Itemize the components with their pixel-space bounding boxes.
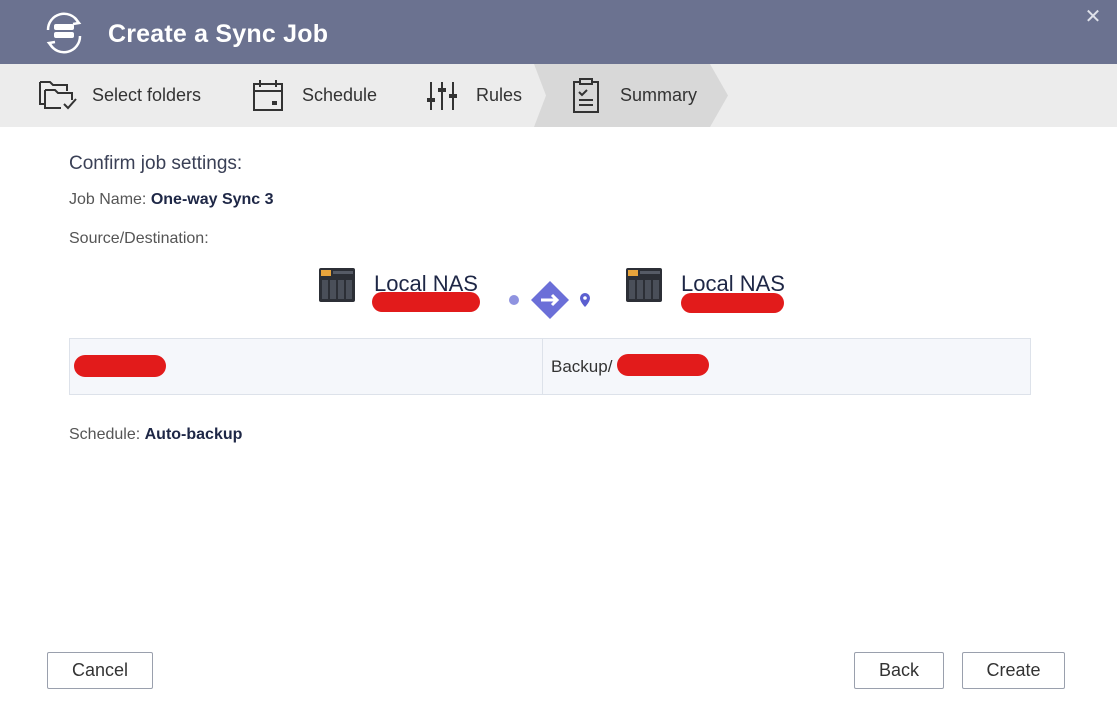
step-select-folders[interactable]: Select folders [38, 64, 201, 127]
create-button[interactable]: Create [962, 652, 1065, 689]
wizard-steps: Select folders Schedule Rules Summary [0, 64, 1117, 127]
destination-folder-path: Backup/ [543, 339, 1030, 394]
source-folder-path [70, 339, 543, 394]
destination-path-prefix: Backup/ [551, 356, 613, 376]
back-button[interactable]: Back [854, 652, 944, 689]
step-label: Summary [620, 85, 698, 105]
calendar-icon [248, 78, 288, 114]
redacted-source-path [74, 355, 166, 377]
redacted-destination-address [681, 293, 784, 313]
step-label: Schedule [302, 85, 378, 105]
schedule-row: Schedule: Auto-backup [69, 426, 242, 444]
job-name-label: Job Name: [69, 191, 147, 208]
job-name-value: One-way Sync 3 [150, 191, 274, 208]
cancel-button[interactable]: Cancel [47, 652, 153, 689]
nas-device-icon [626, 268, 662, 302]
summary-panel: Confirm job settings: Job Name: One-way … [0, 127, 1117, 710]
step-rules[interactable]: Rules [422, 64, 522, 127]
summary-heading: Confirm job settings: [69, 153, 243, 174]
job-name-row: Job Name: One-way Sync 3 [69, 191, 274, 209]
redacted-destination-path [617, 354, 709, 376]
sync-job-icon [40, 10, 88, 56]
redacted-source-address [372, 292, 480, 312]
title-bar: Create a Sync Job ✕ [0, 0, 1117, 64]
clipboard-check-icon [566, 77, 606, 114]
step-summary[interactable]: Summary [566, 64, 697, 127]
step-schedule[interactable]: Schedule [248, 64, 377, 127]
step-label: Select folders [92, 85, 202, 105]
close-icon[interactable]: ✕ [1083, 6, 1103, 28]
sliders-icon [422, 78, 462, 114]
source-destination-label: Source/Destination: [69, 230, 209, 247]
step-label: Rules [476, 85, 523, 105]
window-title: Create a Sync Job [108, 20, 329, 48]
folder-check-icon [38, 78, 78, 114]
nas-device-icon [319, 268, 355, 302]
folder-pairs-table: Backup/ [69, 338, 1031, 395]
schedule-label: Schedule: [69, 426, 141, 443]
sync-direction-arrow-icon [509, 281, 590, 319]
schedule-value: Auto-backup [144, 426, 243, 443]
